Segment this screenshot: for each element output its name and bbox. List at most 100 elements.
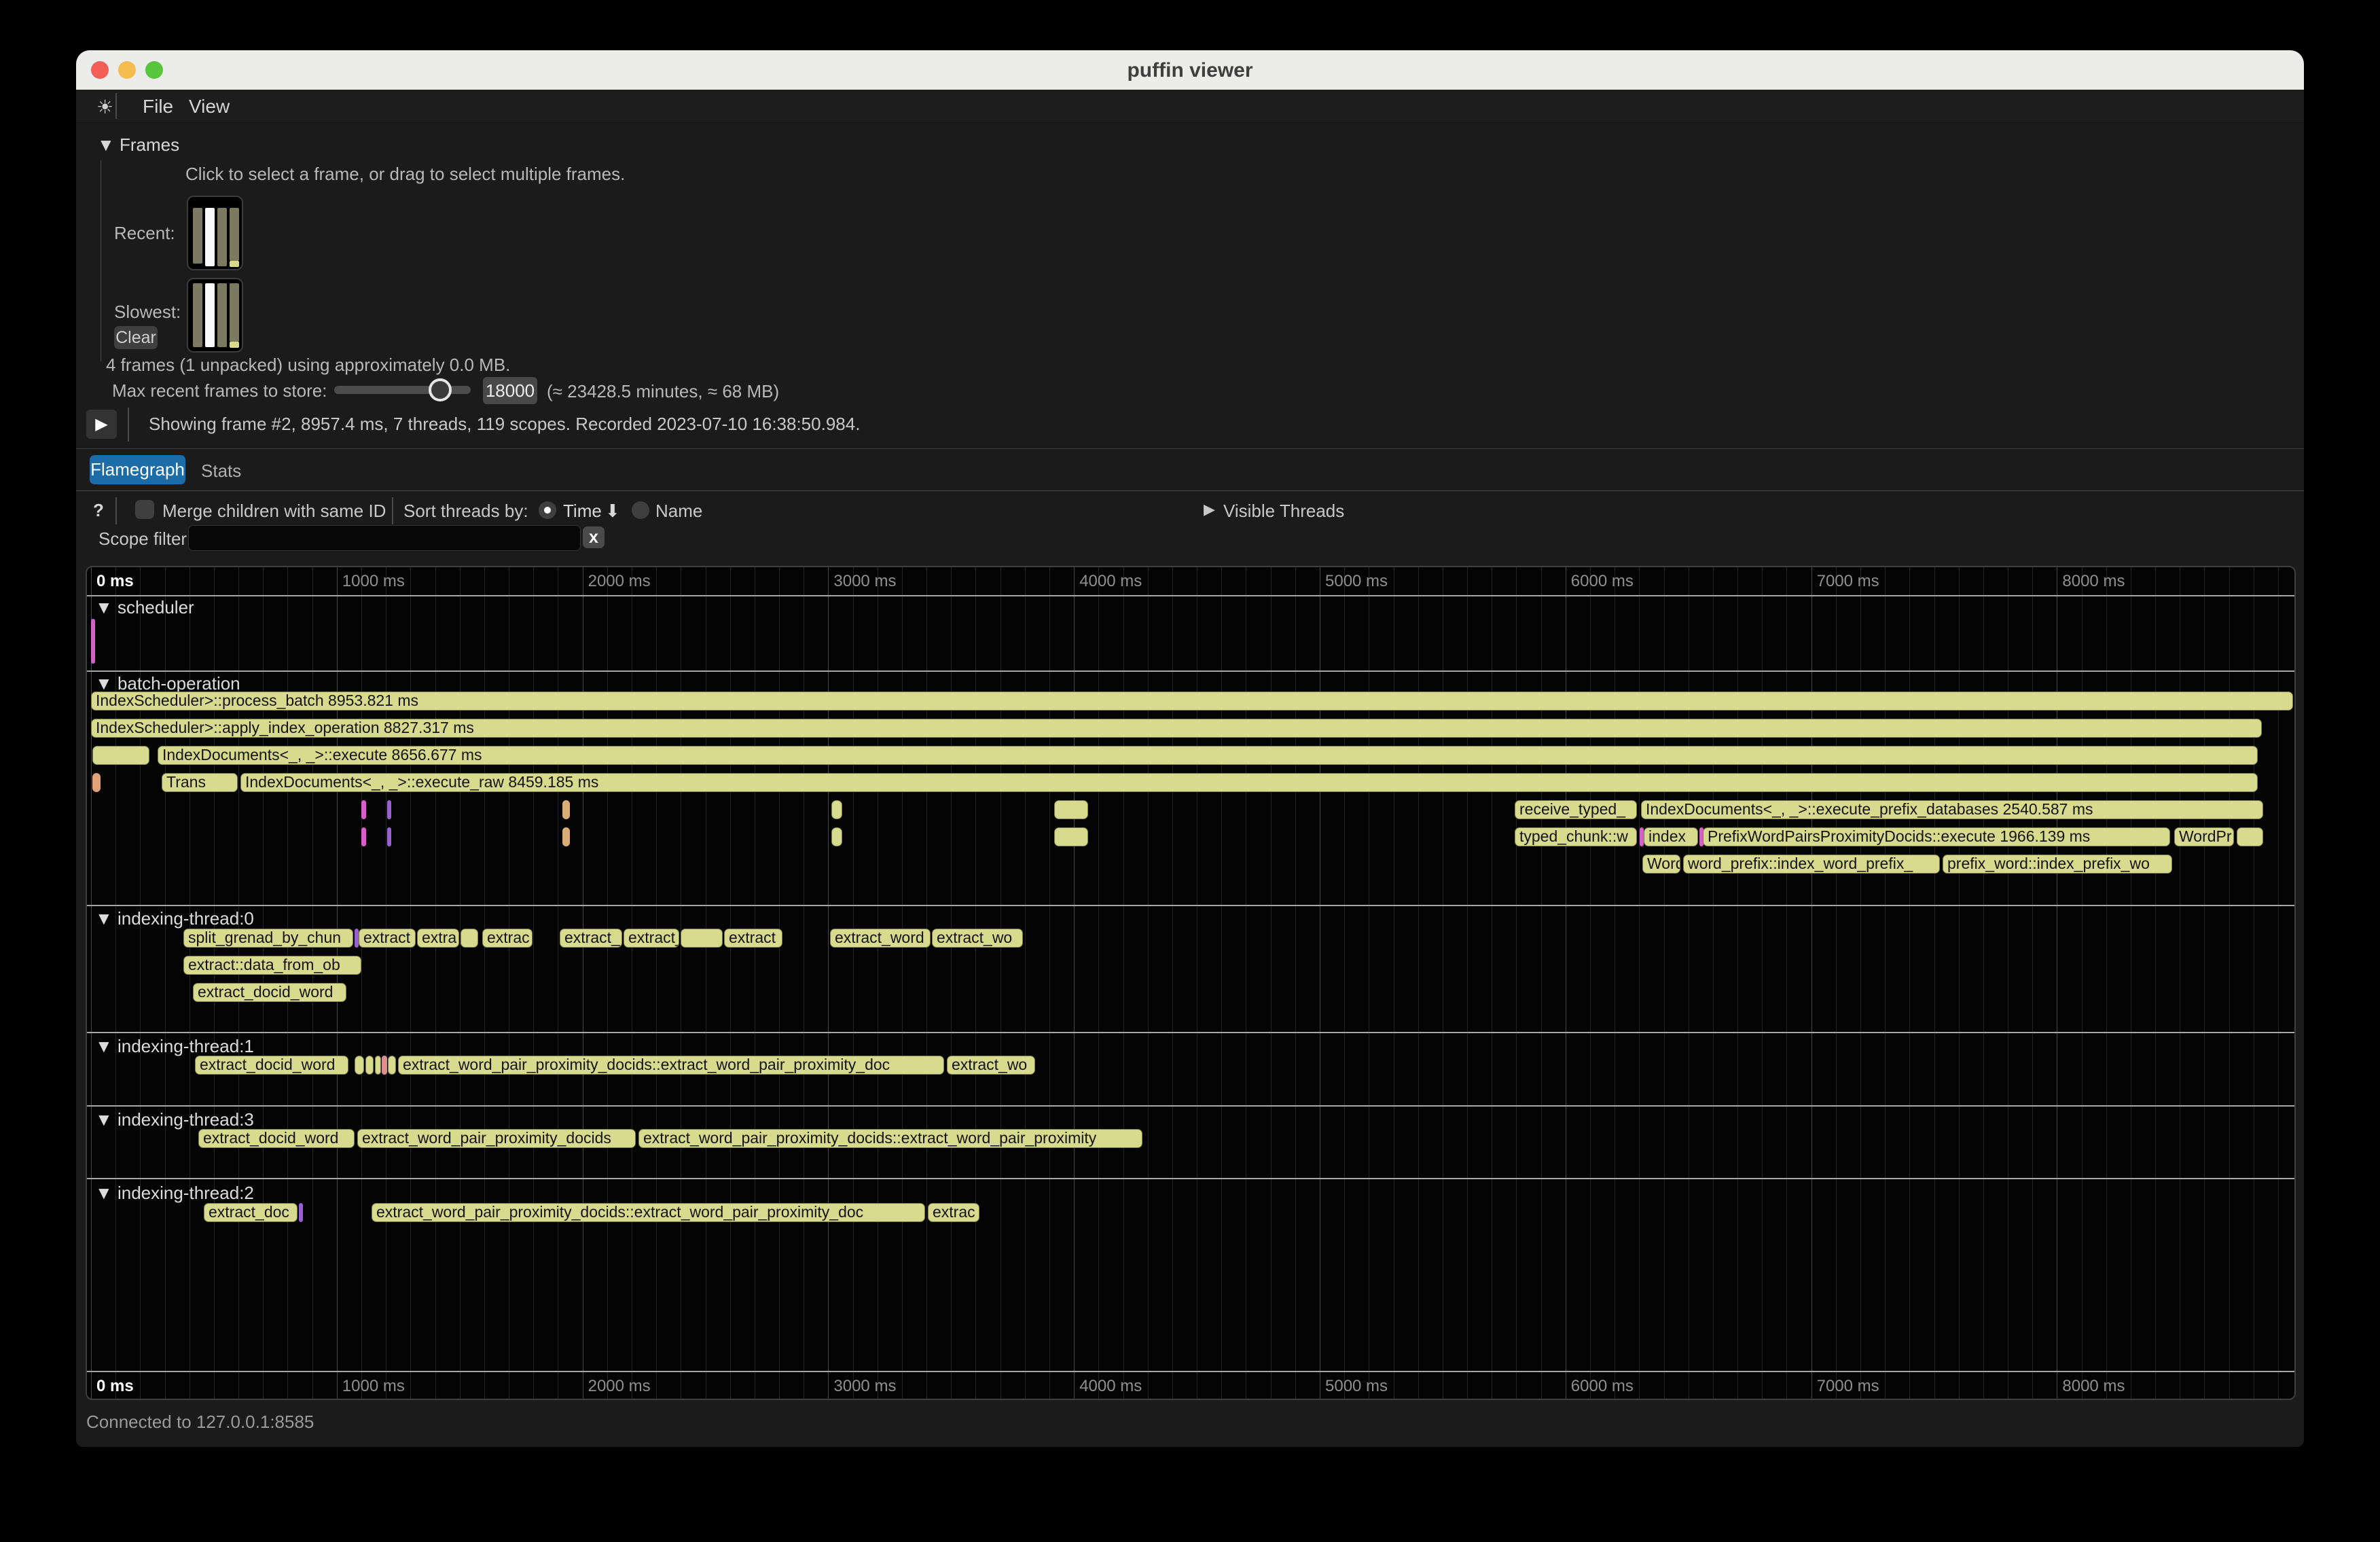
scope-bar[interactable]: IndexScheduler>::process_batch 8953.821 …	[91, 692, 2293, 711]
scope-bar[interactable]	[375, 1056, 381, 1075]
scope-bar[interactable]	[355, 1056, 364, 1075]
scope-bar[interactable]: word_prefix::index_word_prefix_	[1683, 855, 1940, 874]
scope-bar[interactable]	[562, 800, 570, 819]
scope-bar[interactable]: index	[1644, 827, 1698, 846]
section-separator	[87, 1371, 2294, 1372]
scope-bar[interactable]: extract_wo	[947, 1056, 1035, 1075]
thread-section-indexing-thread:0[interactable]: ▼ indexing-thread:0	[95, 908, 254, 927]
scope-bar[interactable]	[387, 800, 391, 819]
sort-time-label[interactable]: Time	[563, 501, 602, 522]
scope-bar[interactable]: extract_word	[830, 929, 931, 948]
scope-bar[interactable]	[681, 929, 723, 948]
flamegraph-panel[interactable]: 0 ms0 ms1000 ms1000 ms2000 ms2000 ms3000…	[86, 566, 2296, 1400]
scope-bar[interactable]: prefix_word::index_prefix_wo	[1943, 855, 2172, 874]
scope-bar[interactable]: PrefixWordPairsProximityDocids::execute …	[1703, 827, 2170, 846]
scope-bar[interactable]	[92, 746, 149, 765]
scope-bar[interactable]: extract_word_pair_proximity_docids::extr…	[398, 1056, 944, 1075]
thread-section-indexing-thread:2[interactable]: ▼ indexing-thread:2	[95, 1183, 254, 1202]
max-frames-value[interactable]: 18000	[483, 377, 537, 404]
sun-icon[interactable]: ☀	[96, 96, 113, 118]
scope-bar[interactable]: IndexDocuments<_, _>::execute_prefix_dat…	[1641, 800, 2263, 819]
section-separator	[87, 1105, 2294, 1107]
frame-thumbnail-slowest[interactable]	[187, 278, 243, 353]
scope-bar[interactable]: extrac	[482, 929, 533, 948]
scope-bar[interactable]	[299, 1203, 303, 1222]
scope-bar[interactable]	[562, 827, 570, 846]
scope-bar[interactable]	[1054, 800, 1088, 819]
max-frames-note: (≈ 23428.5 minutes, ≈ 68 MB)	[547, 381, 779, 402]
scope-bar[interactable]: extract_word_pair_proximity_docids::extr…	[638, 1129, 1142, 1148]
scope-bar[interactable]: extrac	[928, 1203, 979, 1222]
scope-bar[interactable]: extract_docid_word	[198, 1129, 355, 1148]
frame-bar-selected	[205, 283, 215, 347]
ruler-label: 5000 ms	[1325, 572, 1388, 591]
ruler-label: 8000 ms	[2062, 1377, 2125, 1396]
scope-bar[interactable]: Trans	[162, 773, 238, 792]
scope-bar[interactable]: extra	[417, 929, 459, 948]
scope-filter-input[interactable]	[188, 525, 581, 551]
frame-bar	[193, 283, 202, 347]
sort-time-radio[interactable]	[539, 501, 556, 519]
scope-bar[interactable]: extract_word_pair_proximity_docids::extr…	[372, 1203, 925, 1222]
frame-bar-selected	[205, 208, 215, 266]
thread-section-indexing-thread:1[interactable]: ▼ indexing-thread:1	[95, 1036, 254, 1055]
menu-file[interactable]: File	[143, 96, 173, 118]
scope-bar[interactable]	[365, 1056, 374, 1075]
frame-bar	[230, 283, 239, 342]
scope-bar[interactable]	[92, 773, 101, 792]
scope-bar[interactable]: receive_typed_	[1515, 800, 1637, 819]
scope-bar[interactable]: extract_wo	[932, 929, 1023, 948]
scope-bar[interactable]	[361, 800, 366, 819]
help-button[interactable]: ?	[93, 500, 104, 521]
gridline	[91, 567, 92, 1399]
scope-bar[interactable]: extract::data_from_ob	[183, 956, 361, 975]
visible-threads-header[interactable]: Visible Threads	[1223, 501, 1344, 522]
scope-bar[interactable]: extract_docid_word	[195, 1056, 348, 1075]
scope-bar[interactable]	[461, 929, 478, 948]
scope-bar[interactable]: extract_doc	[204, 1203, 298, 1222]
scope-bar[interactable]: extract	[724, 929, 782, 948]
ruler-label: 4000 ms	[1079, 1377, 1142, 1396]
section-separator	[87, 905, 2294, 906]
scope-bar[interactable]	[361, 827, 366, 846]
thread-section-indexing-thread:3[interactable]: ▼ indexing-thread:3	[95, 1109, 254, 1128]
scope-bar[interactable]	[831, 800, 842, 819]
scope-bar[interactable]: Word	[1642, 855, 1680, 874]
frames-section-header[interactable]: ▼ Frames	[97, 135, 179, 156]
scope-filter-label: Scope filter:	[98, 528, 192, 550]
scope-bar[interactable]	[382, 1056, 387, 1075]
scope-bar[interactable]: split_grenad_by_chun	[183, 929, 353, 948]
scope-bar[interactable]: typed_chunk::w	[1515, 827, 1637, 846]
clear-button[interactable]: Clear	[114, 326, 158, 349]
scope-bar[interactable]: extract_docid_word	[193, 983, 346, 1002]
scope-bar[interactable]: extract	[359, 929, 416, 948]
play-button[interactable]: ▶	[86, 410, 117, 439]
clear-filter-button[interactable]: x	[583, 526, 605, 548]
sort-name-label[interactable]: Name	[655, 501, 702, 522]
sort-direction-arrow-icon[interactable]: ⬇	[605, 501, 620, 522]
tab-flamegraph[interactable]: Flamegraph	[90, 455, 185, 484]
scope-bar[interactable]: extract_	[560, 929, 622, 948]
menu-view[interactable]: View	[189, 96, 230, 118]
frame-bar	[217, 283, 227, 347]
visible-threads-collapse-icon[interactable]: ▶	[1204, 501, 1215, 518]
scope-bar[interactable]: IndexScheduler>::apply_index_operation 8…	[91, 719, 2262, 738]
scope-bar[interactable]: IndexDocuments<_, _>::execute 8656.677 m…	[158, 746, 2258, 765]
thread-section-scheduler[interactable]: ▼ scheduler	[95, 597, 194, 616]
scope-bar[interactable]	[91, 619, 95, 664]
scope-bar[interactable]: WordPr	[2174, 827, 2234, 846]
max-frames-slider-knob[interactable]	[429, 378, 452, 401]
sort-name-radio[interactable]	[632, 501, 649, 519]
thread-section-batch-operation[interactable]: ▼ batch-operation	[95, 673, 240, 692]
scope-bar[interactable]: IndexDocuments<_, _>::execute_raw 8459.1…	[240, 773, 2258, 792]
scope-bar[interactable]: extract_word_pair_proximity_docids	[357, 1129, 636, 1148]
scope-bar[interactable]	[1054, 827, 1088, 846]
frame-thumbnail-recent[interactable]	[187, 196, 243, 270]
tab-stats[interactable]: Stats	[201, 461, 241, 482]
scope-bar[interactable]	[387, 827, 391, 846]
scope-bar[interactable]	[831, 827, 842, 846]
scope-bar[interactable]	[2237, 827, 2263, 846]
scope-bar[interactable]: extract_	[624, 929, 679, 948]
merge-children-checkbox[interactable]	[135, 500, 154, 519]
scope-bar[interactable]	[388, 1056, 396, 1075]
